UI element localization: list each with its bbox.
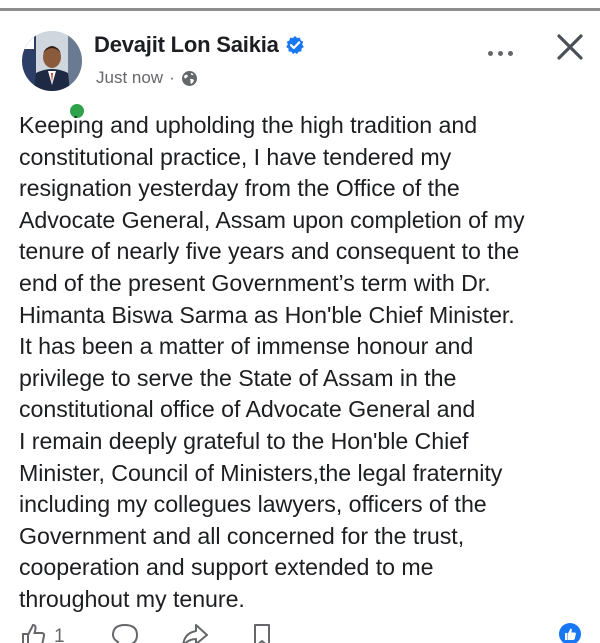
timestamp[interactable]: Just now	[96, 68, 163, 88]
like-count: 1	[54, 626, 65, 643]
avatar[interactable]	[22, 31, 82, 91]
comment-icon	[111, 623, 139, 643]
reaction-badge[interactable]	[558, 622, 582, 643]
more-options-button[interactable]	[478, 40, 522, 66]
close-icon[interactable]	[553, 30, 587, 64]
post-action-bar: 1	[0, 622, 600, 643]
like-icon	[22, 623, 46, 643]
like-button[interactable]: 1	[20, 622, 65, 643]
reaction-badge-icon	[559, 623, 581, 643]
save-icon	[254, 624, 270, 643]
share-icon	[182, 624, 208, 643]
post-header: Devajit Lon Saikia Just now ·	[0, 22, 600, 121]
avatar-photo	[22, 31, 82, 91]
more-dot	[507, 50, 513, 56]
comment-button[interactable]	[110, 622, 140, 643]
share-button[interactable]	[180, 622, 210, 643]
verified-badge-icon	[285, 35, 304, 54]
meta-separator: ·	[169, 68, 175, 87]
author-name-text[interactable]: Devajit Lon Saikia	[94, 32, 279, 57]
more-dot	[497, 50, 503, 56]
post-body-text: Keeping and upholding the high tradition…	[19, 112, 525, 612]
post-meta: Just now ·	[96, 68, 198, 88]
author-name[interactable]: Devajit Lon Saikia	[94, 32, 305, 58]
globe-icon[interactable]	[181, 70, 198, 87]
top-divider	[0, 0, 600, 11]
save-button[interactable]	[250, 622, 274, 643]
more-dot	[487, 50, 493, 56]
